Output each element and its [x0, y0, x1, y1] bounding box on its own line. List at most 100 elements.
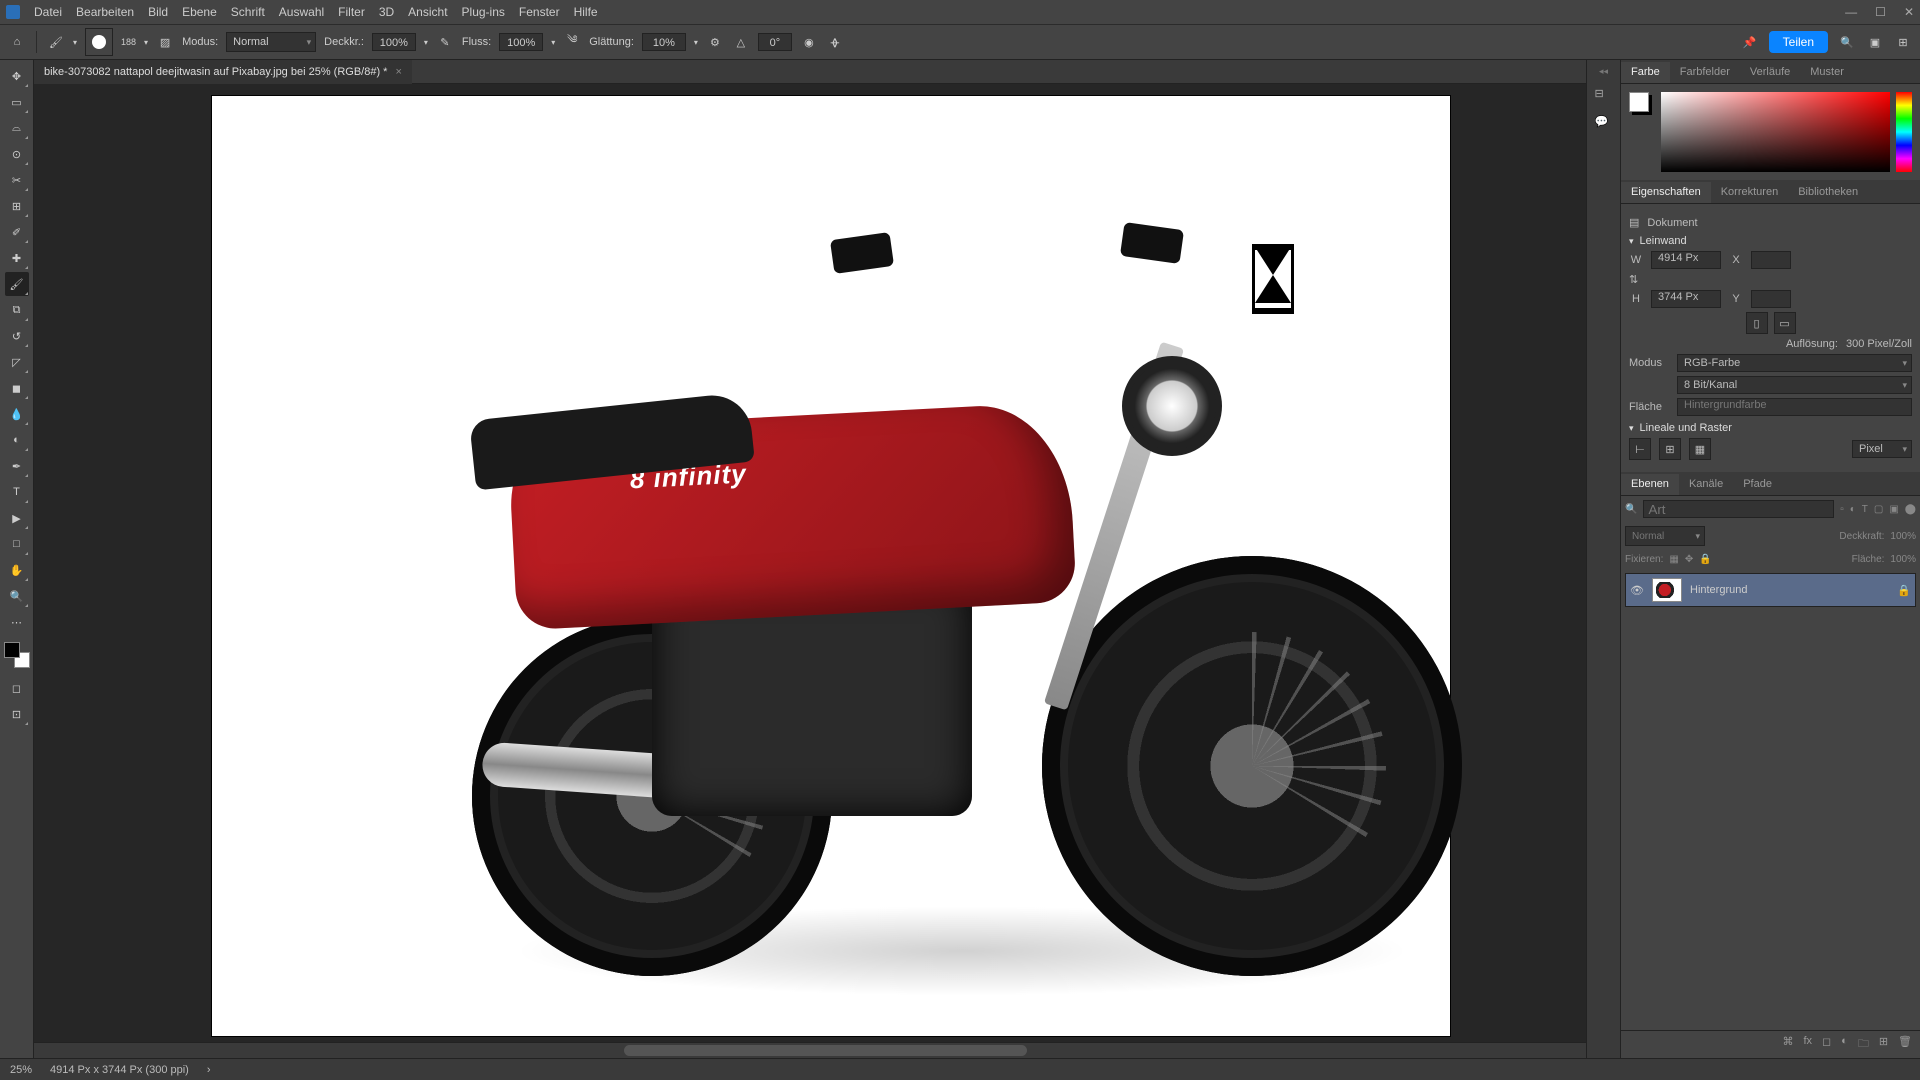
- menu-filter[interactable]: Filter: [338, 5, 365, 19]
- pressure-opacity-icon[interactable]: ✎: [436, 33, 454, 51]
- brush-preview[interactable]: [85, 28, 113, 56]
- layer-row[interactable]: 👁 Hintergrund 🔒: [1625, 573, 1916, 607]
- group-icon[interactable]: 🗀: [1858, 1035, 1869, 1054]
- tab-eigenschaften[interactable]: Eigenschaften: [1621, 182, 1711, 203]
- horizontal-scrollbar[interactable]: [34, 1042, 1586, 1058]
- opacity-dropdown-icon[interactable]: ▾: [424, 38, 428, 47]
- menu-bearbeiten[interactable]: Bearbeiten: [76, 5, 134, 19]
- home-icon[interactable]: ⌂: [8, 33, 26, 51]
- eraser-tool[interactable]: ◸: [5, 350, 29, 374]
- stamp-tool[interactable]: ⧉: [5, 298, 29, 322]
- brush-panel-dropdown-icon[interactable]: ▾: [144, 38, 148, 47]
- layer-visibility-icon[interactable]: 👁: [1630, 584, 1644, 597]
- menu-plugins[interactable]: Plug-ins: [462, 5, 505, 19]
- symmetry-icon[interactable]: ᚖ: [826, 33, 844, 51]
- menu-hilfe[interactable]: Hilfe: [574, 5, 598, 19]
- link-layers-icon[interactable]: ⌘: [1782, 1035, 1793, 1054]
- history-panel-icon[interactable]: ⊟: [1595, 87, 1613, 105]
- layer-mask-icon[interactable]: ◻: [1822, 1035, 1831, 1054]
- filter-pixel-icon[interactable]: ▫: [1840, 504, 1844, 515]
- pen-tool[interactable]: ✒: [5, 454, 29, 478]
- search-icon[interactable]: 🔍: [1838, 33, 1856, 51]
- guides-icon[interactable]: ▦: [1689, 438, 1711, 460]
- smoothing-dropdown-icon[interactable]: ▾: [694, 38, 698, 47]
- shape-tool[interactable]: □: [5, 532, 29, 556]
- tool-preset-dropdown-icon[interactable]: ▾: [73, 38, 77, 47]
- window-close-icon[interactable]: ✕: [1904, 5, 1914, 19]
- grid-icon[interactable]: ⊞: [1659, 438, 1681, 460]
- gradient-tool[interactable]: ◼: [5, 376, 29, 400]
- tab-farbfelder[interactable]: Farbfelder: [1670, 62, 1740, 83]
- close-tab-icon[interactable]: ×: [395, 66, 401, 78]
- lasso-tool[interactable]: ⌓: [5, 116, 29, 140]
- workspace-icon[interactable]: ▣: [1866, 33, 1884, 51]
- link-dims-icon[interactable]: ⇅: [1629, 273, 1643, 286]
- layer-thumbnail[interactable]: [1652, 578, 1682, 602]
- tab-muster[interactable]: Muster: [1800, 62, 1854, 83]
- history-brush-tool[interactable]: ↺: [5, 324, 29, 348]
- layer-opacity-value[interactable]: 100%: [1890, 531, 1916, 542]
- color-swatch[interactable]: [1629, 92, 1649, 112]
- angle-field[interactable]: 0°: [758, 33, 792, 51]
- y-field[interactable]: [1751, 290, 1791, 308]
- x-field[interactable]: [1751, 251, 1791, 269]
- healing-tool[interactable]: ✚: [5, 246, 29, 270]
- canvas-section-header[interactable]: Leinwand: [1629, 235, 1912, 247]
- frame-tool[interactable]: ⊞: [5, 194, 29, 218]
- width-field[interactable]: 4914 Px: [1651, 251, 1721, 269]
- blur-tool[interactable]: 💧: [5, 402, 29, 426]
- marquee-tool[interactable]: ▭: [5, 90, 29, 114]
- share-button[interactable]: Teilen: [1769, 31, 1828, 53]
- tab-verlaeufe[interactable]: Verläufe: [1740, 62, 1800, 83]
- quickmask-toggle[interactable]: ◻: [5, 676, 29, 700]
- path-select-tool[interactable]: ▶: [5, 506, 29, 530]
- flow-field[interactable]: 100%: [499, 33, 543, 51]
- tab-bibliotheken[interactable]: Bibliotheken: [1788, 182, 1868, 203]
- units-select[interactable]: Pixel: [1852, 440, 1912, 458]
- hand-tool[interactable]: ✋: [5, 558, 29, 582]
- layer-filter-input[interactable]: [1643, 500, 1834, 518]
- layer-filter-icon[interactable]: 🔍: [1625, 504, 1637, 515]
- adjustment-layer-icon[interactable]: ◐: [1841, 1035, 1848, 1054]
- pin-icon[interactable]: 📌: [1741, 33, 1759, 51]
- lock-position-icon[interactable]: ✥: [1685, 554, 1693, 565]
- bit-depth-select[interactable]: 8 Bit/Kanal: [1677, 376, 1912, 394]
- layer-lock-icon[interactable]: 🔒: [1897, 584, 1911, 597]
- dodge-tool[interactable]: ◐: [5, 428, 29, 452]
- menu-datei[interactable]: Datei: [34, 5, 62, 19]
- menu-fenster[interactable]: Fenster: [519, 5, 560, 19]
- orientation-portrait-icon[interactable]: ▯: [1746, 312, 1768, 334]
- tab-kanaele[interactable]: Kanäle: [1679, 474, 1733, 495]
- fill-value[interactable]: Hintergrundfarbe: [1677, 398, 1912, 416]
- rulers-section-header[interactable]: Lineale und Raster: [1629, 422, 1912, 434]
- type-tool[interactable]: T: [5, 480, 29, 504]
- height-field[interactable]: 3744 Px: [1651, 290, 1721, 308]
- collapse-dock-icon[interactable]: ◂◂: [1599, 66, 1608, 77]
- blend-mode-select[interactable]: Normal: [226, 32, 316, 52]
- crop-tool[interactable]: ✂: [5, 168, 29, 192]
- menu-3d[interactable]: 3D: [379, 5, 394, 19]
- delete-layer-icon[interactable]: 🗑: [1898, 1035, 1912, 1054]
- layer-fill-value[interactable]: 100%: [1890, 554, 1916, 565]
- comments-panel-icon[interactable]: 💬: [1595, 115, 1613, 133]
- menu-auswahl[interactable]: Auswahl: [279, 5, 324, 19]
- layer-fx-icon[interactable]: fx: [1803, 1035, 1812, 1054]
- window-minimize-icon[interactable]: —: [1845, 5, 1857, 19]
- color-mode-select[interactable]: RGB-Farbe: [1677, 354, 1912, 372]
- tab-pfade[interactable]: Pfade: [1733, 474, 1782, 495]
- zoom-tool[interactable]: 🔍: [5, 584, 29, 608]
- lock-all-icon[interactable]: 🔒: [1699, 554, 1711, 565]
- color-picker[interactable]: [1629, 92, 1912, 172]
- lock-pixels-icon[interactable]: ▦: [1669, 554, 1678, 565]
- smoothing-field[interactable]: 10%: [642, 33, 686, 51]
- status-chevron-icon[interactable]: ›: [207, 1064, 211, 1076]
- ruler-icon[interactable]: ⊢: [1629, 438, 1651, 460]
- color-field[interactable]: [1661, 92, 1890, 172]
- brush-tool-icon[interactable]: 🖌: [47, 33, 65, 51]
- hue-slider[interactable]: [1896, 92, 1912, 172]
- filter-adjust-icon[interactable]: ◐: [1850, 504, 1856, 515]
- tab-korrekturen[interactable]: Korrekturen: [1711, 182, 1788, 203]
- zoom-level[interactable]: 25%: [10, 1064, 32, 1076]
- menu-ansicht[interactable]: Ansicht: [408, 5, 447, 19]
- tab-ebenen[interactable]: Ebenen: [1621, 474, 1679, 495]
